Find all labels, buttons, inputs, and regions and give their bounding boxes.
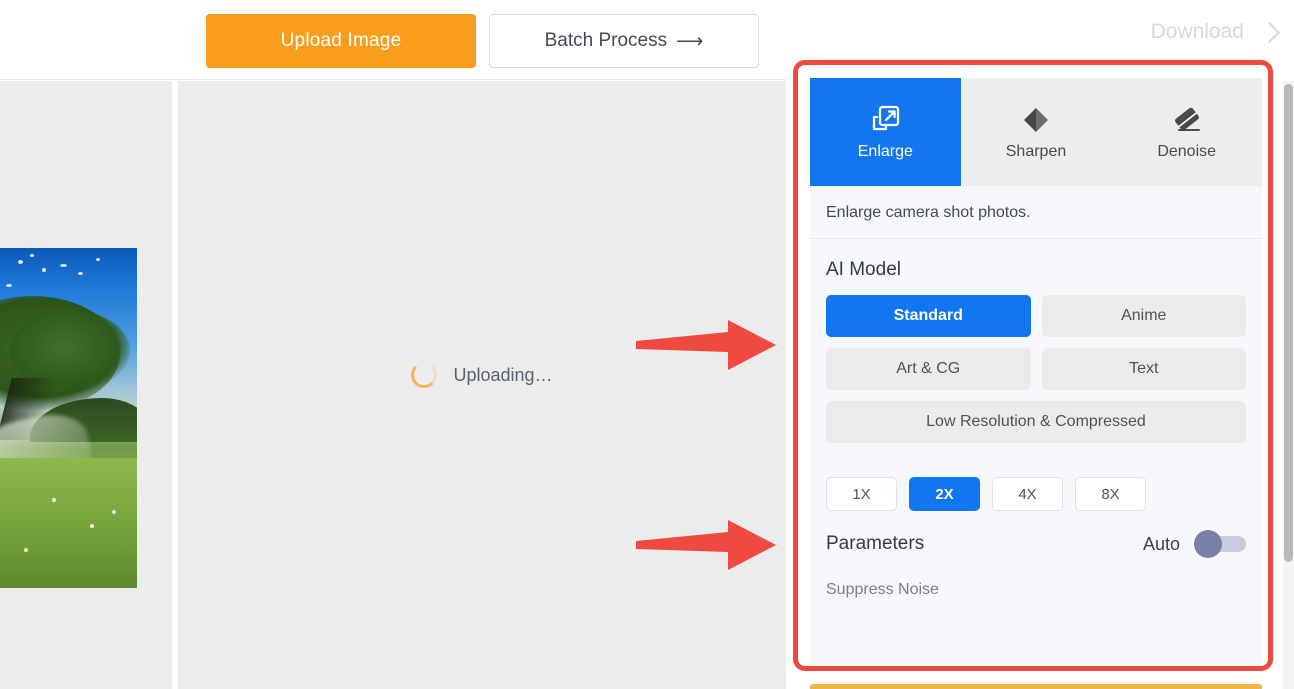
work-area: Uploading…	[0, 81, 786, 689]
sky-specks	[0, 248, 137, 588]
tab-sharpen[interactable]: Sharpen	[961, 78, 1112, 186]
chevron-right-icon	[1258, 22, 1278, 42]
batch-process-label: Batch Process	[544, 30, 668, 51]
batch-process-button[interactable]: Batch Process ⟶	[489, 14, 759, 68]
auto-toggle[interactable]	[1194, 530, 1246, 558]
auto-toggle-knob	[1194, 530, 1222, 558]
upload-image-button[interactable]: Upload Image	[206, 14, 476, 68]
tab-denoise[interactable]: Denoise	[1111, 78, 1262, 186]
tab-sharpen-label: Sharpen	[1005, 143, 1067, 160]
parameters-header: Parameters Auto	[810, 511, 1262, 558]
parameters-title: Parameters	[826, 533, 925, 554]
sharpen-icon	[1024, 108, 1048, 132]
uploading-label: Uploading…	[453, 364, 553, 385]
mode-tabs: Enlarge Sharpen Denoise	[810, 78, 1262, 186]
denoise-icon	[1174, 107, 1200, 131]
scale-option-8x-label: 8X	[1101, 485, 1120, 503]
top-toolbar: Upload Image Batch Process ⟶	[0, 0, 786, 80]
auto-label: Auto	[1142, 533, 1180, 554]
thumbnail-rail	[0, 81, 172, 689]
page-scrollbar-thumb[interactable]	[1284, 84, 1293, 562]
scale-option-1x-label: 1X	[852, 485, 871, 503]
tab-enlarge-label: Enlarge	[857, 143, 913, 160]
ai-model-title: AI Model	[826, 259, 901, 280]
settings-panel: Enlarge Sharpen Denoise Enlarge camera s…	[786, 0, 1294, 689]
download-button[interactable]: Download	[1151, 20, 1278, 44]
loading-spinner-icon	[411, 362, 438, 388]
model-option-anime-label: Anime	[1121, 307, 1167, 324]
download-label: Download	[1150, 20, 1244, 43]
model-option-art-cg[interactable]: Art & CG	[826, 348, 1031, 390]
tab-enlarge[interactable]: Enlarge	[810, 78, 961, 186]
model-option-art-cg-label: Art & CG	[896, 360, 961, 377]
suppress-noise-label: Suppress Noise	[826, 581, 939, 598]
model-option-text[interactable]: Text	[1041, 348, 1246, 390]
scale-option-2x-label: 2X	[935, 485, 954, 503]
mode-description: Enlarge camera shot photos.	[810, 186, 1262, 239]
scale-option-4x[interactable]: 4X	[992, 477, 1063, 511]
scale-option-2x[interactable]: 2X	[909, 477, 980, 511]
scale-option-1x[interactable]: 1X	[826, 477, 897, 511]
app-root: Upload Image Batch Process ⟶ Download Up…	[0, 0, 1294, 689]
model-option-anime[interactable]: Anime	[1041, 295, 1246, 337]
annotation-arrow-to-scale	[636, 520, 776, 570]
scale-options: 1X 2X 4X 8X	[810, 443, 1262, 511]
scale-option-4x-label: 4X	[1018, 485, 1037, 503]
image-thumbnail[interactable]	[0, 248, 137, 588]
annotation-arrow-to-ai-model	[636, 320, 776, 370]
tab-denoise-label: Denoise	[1157, 143, 1217, 160]
model-option-text-label: Text	[1129, 360, 1159, 377]
model-option-standard-label: Standard	[893, 307, 963, 324]
settings-card: Enlarge Sharpen Denoise Enlarge camera s…	[810, 78, 1262, 665]
enlarge-icon	[873, 105, 900, 131]
upload-image-label: Upload Image	[280, 30, 402, 51]
arrow-right-icon: ⟶	[676, 30, 704, 52]
ai-model-options: Standard Anime Art & CG Text Low Resolut…	[810, 281, 1262, 443]
scale-option-8x[interactable]: 8X	[1075, 477, 1146, 511]
primary-action-bar[interactable]	[810, 684, 1262, 689]
model-option-low-resolution-compressed-label: Low Resolution & Compressed	[926, 413, 1146, 430]
model-option-low-resolution-compressed[interactable]: Low Resolution & Compressed	[826, 401, 1246, 443]
uploading-status: Uploading…	[178, 81, 786, 689]
model-option-standard[interactable]: Standard	[826, 295, 1031, 337]
